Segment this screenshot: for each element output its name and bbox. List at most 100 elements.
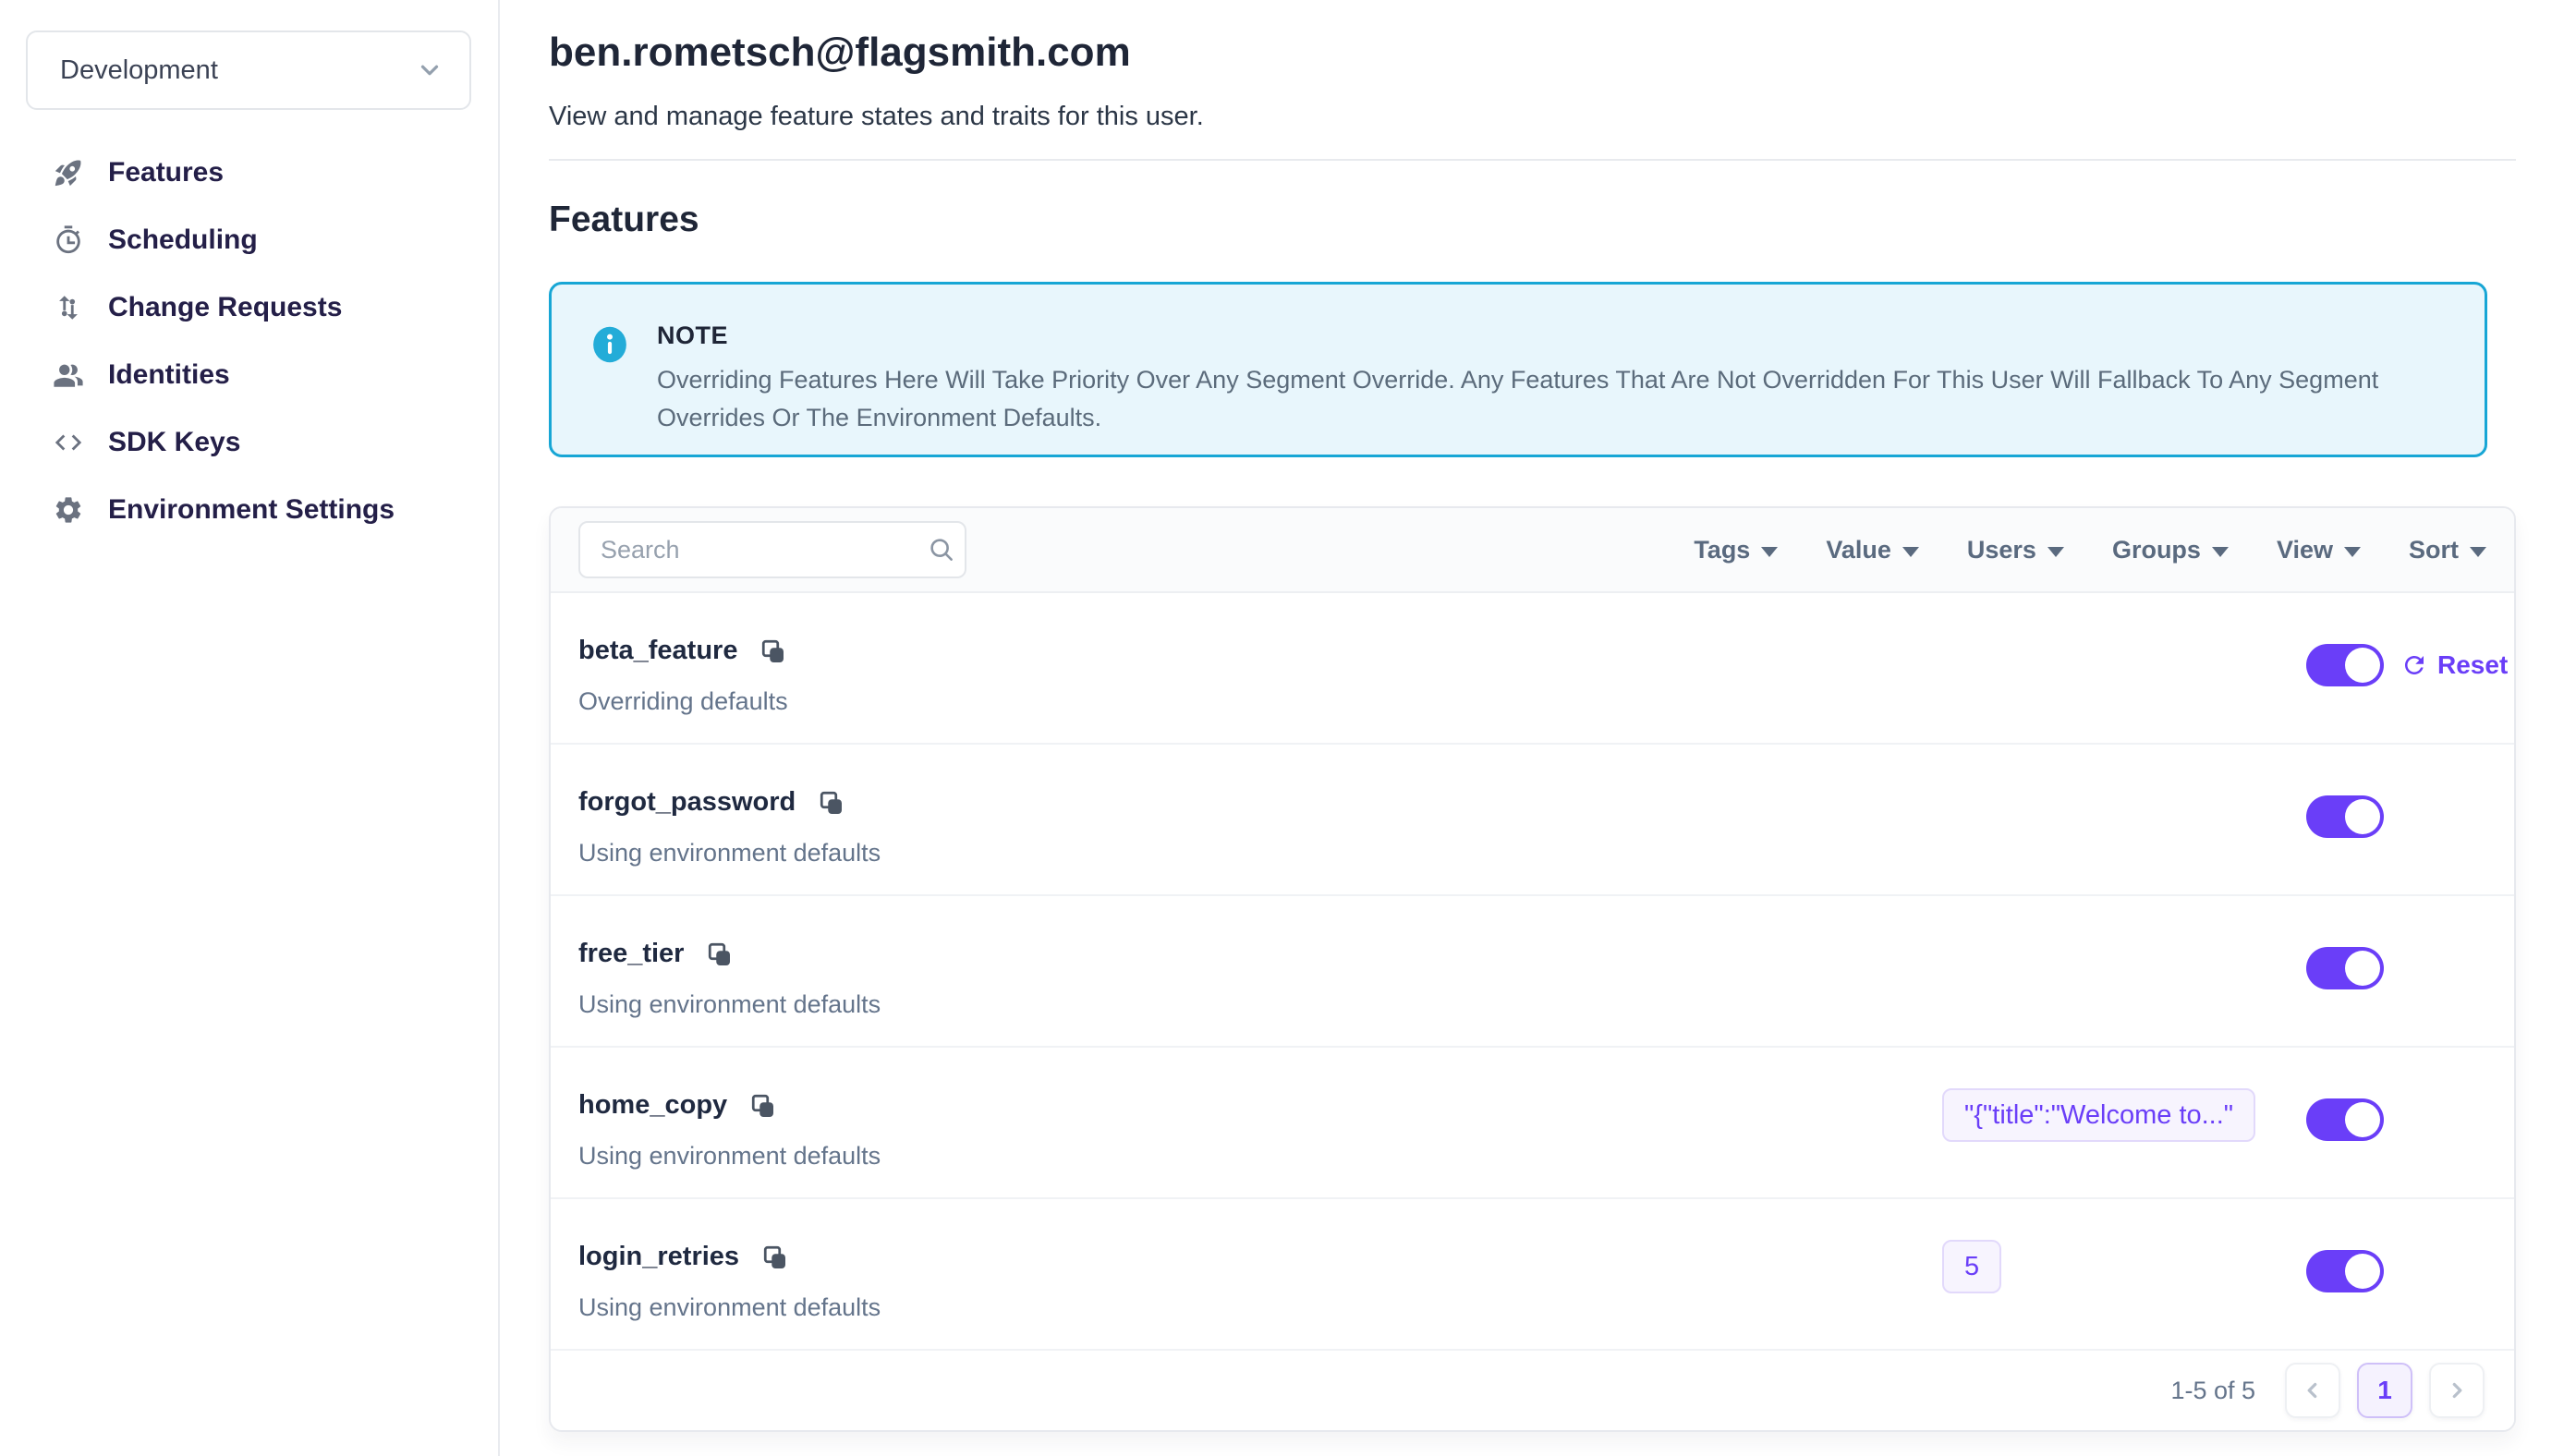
chevron-right-icon — [2445, 1378, 2469, 1402]
feature-toggle[interactable] — [2306, 795, 2384, 838]
search-input[interactable] — [601, 536, 928, 564]
sidebar-item-label: Identities — [108, 359, 230, 391]
sidebar-item-environment-settings[interactable]: Environment Settings — [0, 476, 498, 543]
code-icon — [53, 427, 84, 458]
caret-down-icon — [1761, 547, 1778, 557]
flagsmith-app: Development Features Scheduling — [0, 0, 2576, 1456]
swap-arrows-icon — [53, 292, 84, 323]
stopwatch-icon — [53, 224, 84, 256]
pagination-page-1-button[interactable]: 1 — [2357, 1363, 2412, 1418]
feature-status: Using environment defaults — [578, 839, 881, 868]
feature-status: Using environment defaults — [578, 1142, 881, 1171]
reset-label: Reset — [2437, 650, 2508, 680]
features-toolbar: Tags Value Users Groups — [551, 508, 2514, 593]
info-icon — [590, 325, 629, 364]
caret-down-icon — [2212, 547, 2229, 557]
filter-users[interactable]: Users — [1967, 536, 2064, 564]
filter-label: Tags — [1694, 536, 1750, 564]
caret-down-icon — [2047, 547, 2064, 557]
feature-value-chip: 5 — [1942, 1240, 2001, 1293]
filters: Tags Value Users Groups — [1694, 536, 2486, 564]
chevron-left-icon — [2301, 1378, 2325, 1402]
caret-down-icon — [2344, 547, 2361, 557]
pagination-prev-button[interactable] — [2285, 1363, 2340, 1418]
feature-name: free_tier — [578, 939, 684, 969]
environment-selector[interactable]: Development — [26, 30, 471, 110]
filter-value[interactable]: Value — [1826, 536, 1919, 564]
note-banner: NOTE Overriding Features Here Will Take … — [549, 282, 2487, 457]
feature-row-forgot-password[interactable]: forgot_password Using environment defaul… — [551, 745, 2514, 896]
feature-name: forgot_password — [578, 787, 796, 818]
copy-icon[interactable] — [749, 1092, 777, 1120]
feature-row-beta-feature[interactable]: beta_feature Overriding defaults Reset — [551, 593, 2514, 745]
gear-icon — [53, 494, 84, 526]
sidebar-item-identities[interactable]: Identities — [0, 341, 498, 408]
toggle-knob — [2345, 951, 2380, 986]
pagination: 1-5 of 5 1 — [551, 1351, 2514, 1430]
copy-icon[interactable] — [706, 940, 734, 968]
sidebar-item-label: SDK Keys — [108, 427, 240, 458]
copy-icon[interactable] — [759, 637, 787, 665]
feature-name: home_copy — [578, 1090, 727, 1121]
feature-status: Using environment defaults — [578, 1293, 881, 1322]
page-title: ben.rometsch@flagsmith.com — [549, 26, 2516, 79]
pagination-next-button[interactable] — [2429, 1363, 2485, 1418]
feature-toggle[interactable] — [2306, 1250, 2384, 1292]
toggle-knob — [2345, 1254, 2380, 1289]
feature-row-login-retries[interactable]: login_retries Using environment defaults… — [551, 1199, 2514, 1351]
filter-label: Groups — [2112, 536, 2201, 564]
sidebar: Development Features Scheduling — [0, 0, 500, 1456]
filter-sort[interactable]: Sort — [2409, 536, 2486, 564]
people-icon — [53, 359, 84, 391]
reset-button[interactable]: Reset — [2400, 644, 2508, 686]
note-content: NOTE Overriding Features Here Will Take … — [657, 322, 2422, 455]
sidebar-item-features[interactable]: Features — [0, 139, 498, 206]
rocket-icon — [53, 157, 84, 188]
sidebar-nav: Features Scheduling Change Requests Iden… — [0, 139, 498, 543]
sidebar-item-sdk-keys[interactable]: SDK Keys — [0, 408, 498, 476]
note-title: NOTE — [657, 322, 2422, 350]
toggle-knob — [2345, 1102, 2380, 1137]
sidebar-item-label: Environment Settings — [108, 494, 395, 526]
environment-selector-value: Development — [60, 55, 218, 86]
filter-label: Sort — [2409, 536, 2459, 564]
sidebar-item-label: Change Requests — [108, 292, 342, 323]
sidebar-item-label: Scheduling — [108, 224, 258, 256]
page-subtitle: View and manage feature states and trait… — [549, 98, 2516, 135]
feature-status: Overriding defaults — [578, 687, 788, 716]
features-section-title: Features — [549, 198, 2516, 242]
filter-label: Value — [1826, 536, 1891, 564]
sidebar-item-scheduling[interactable]: Scheduling — [0, 206, 498, 273]
pagination-summary: 1-5 of 5 — [2170, 1377, 2255, 1405]
feature-toggle[interactable] — [2306, 947, 2384, 989]
caret-down-icon — [2470, 547, 2486, 557]
refresh-icon — [2400, 651, 2428, 679]
feature-row-free-tier[interactable]: free_tier Using environment defaults — [551, 896, 2514, 1048]
note-body: Overriding Features Here Will Take Prior… — [657, 361, 2422, 437]
caret-down-icon — [1902, 547, 1919, 557]
feature-value-chip: "{"title":"Welcome to..." — [1942, 1088, 2255, 1142]
chevron-down-icon — [416, 56, 444, 84]
copy-icon[interactable] — [818, 789, 845, 817]
feature-name: login_retries — [578, 1242, 739, 1272]
sidebar-item-change-requests[interactable]: Change Requests — [0, 273, 498, 341]
feature-name: beta_feature — [578, 636, 737, 666]
toggle-knob — [2345, 648, 2380, 683]
feature-toggle[interactable] — [2306, 644, 2384, 686]
search-box — [578, 521, 966, 578]
feature-status: Using environment defaults — [578, 990, 881, 1019]
filter-groups[interactable]: Groups — [2112, 536, 2229, 564]
main-content: ben.rometsch@flagsmith.com View and mana… — [549, 0, 2516, 1432]
filter-view[interactable]: View — [2277, 536, 2361, 564]
copy-icon[interactable] — [761, 1244, 789, 1271]
feature-toggle[interactable] — [2306, 1098, 2384, 1141]
filter-label: Users — [1967, 536, 2036, 564]
filter-tags[interactable]: Tags — [1694, 536, 1778, 564]
toggle-knob — [2345, 799, 2380, 834]
header-divider — [549, 159, 2516, 161]
sidebar-item-label: Features — [108, 157, 224, 188]
features-panel: Tags Value Users Groups — [549, 506, 2516, 1432]
search-icon — [928, 536, 955, 564]
filter-label: View — [2277, 536, 2333, 564]
feature-row-home-copy[interactable]: home_copy Using environment defaults "{"… — [551, 1048, 2514, 1199]
